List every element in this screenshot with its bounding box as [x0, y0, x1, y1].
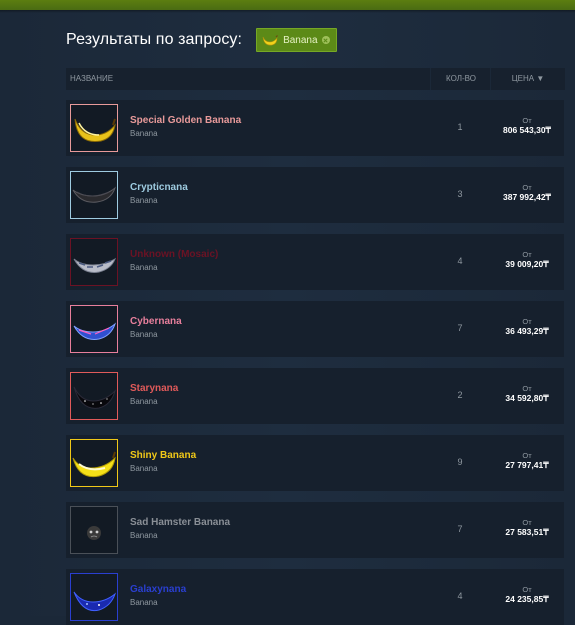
item-quantity: 4: [457, 256, 463, 266]
price-from-label: От: [522, 317, 532, 326]
cryptic-banana-icon: [72, 186, 117, 203]
table-row[interactable]: Crypticnana Banana 3 От 387 992,42₸: [66, 167, 564, 223]
item-thumbnail: [70, 305, 118, 353]
item-quantity: 7: [457, 323, 463, 333]
column-header-price[interactable]: ЦЕНА ▼: [490, 68, 565, 90]
item-name[interactable]: Sad Hamster Banana: [130, 517, 230, 528]
item-name[interactable]: Special Golden Banana: [130, 115, 241, 126]
item-price: 806 543,30₸: [503, 125, 551, 135]
item-name[interactable]: Cybernana: [130, 316, 182, 327]
item-quantity: 3: [457, 189, 463, 199]
price-from-label: От: [522, 451, 532, 460]
item-game-name: Banana: [130, 598, 158, 607]
item-game-name: Banana: [130, 531, 158, 540]
close-icon[interactable]: [321, 36, 330, 44]
item-game-name: Banana: [130, 397, 158, 406]
price-from-label: От: [522, 585, 532, 594]
column-header-quantity[interactable]: КОЛ-ВО: [430, 68, 491, 90]
item-quantity: 4: [457, 591, 463, 601]
item-name[interactable]: Unknown (Mosaic): [130, 249, 218, 260]
page-title: Результаты по запросу:: [66, 31, 243, 48]
item-price: 36 493,29₸: [505, 326, 549, 336]
item-price: 24 235,85₸: [505, 594, 549, 604]
top-nav-bar: [0, 0, 575, 10]
shiny-banana-icon: [72, 451, 116, 478]
item-price: 387 992,42₸: [503, 192, 551, 202]
item-game-name: Banana: [130, 129, 158, 138]
table-row[interactable]: Shiny Banana Banana 9 От 27 797,41₸: [66, 435, 564, 491]
item-price: 27 797,41₸: [505, 460, 549, 470]
table-row[interactable]: Galaxynana Banana 4 От 24 235,85₸: [66, 569, 564, 625]
item-thumbnail: [70, 573, 118, 621]
price-from-label: От: [522, 116, 532, 125]
item-quantity: 9: [457, 457, 463, 467]
item-name[interactable]: Starynana: [130, 383, 178, 394]
price-from-label: От: [522, 518, 532, 527]
table-row[interactable]: Special Golden Banana Banana 1 От 806 543,30…: [66, 100, 564, 156]
item-game-name: Banana: [130, 330, 158, 339]
item-name[interactable]: Galaxynana: [130, 584, 186, 595]
galaxy-banana-icon: [73, 591, 117, 612]
cyber-banana-icon: [73, 322, 117, 340]
search-filter-tag[interactable]: Banana: [256, 28, 337, 52]
filter-tag-label: Banana: [283, 34, 318, 46]
item-game-name: Banana: [130, 263, 158, 272]
banana-icon: [262, 35, 278, 46]
price-from-label: От: [522, 183, 532, 192]
column-header-name[interactable]: НАЗВАНИЕ: [70, 68, 113, 90]
item-quantity: 2: [457, 390, 463, 400]
table-row[interactable]: Sad Hamster Banana Banana 7 От 27 583,51₸: [66, 502, 564, 558]
item-quantity: 7: [457, 524, 463, 534]
item-name[interactable]: Shiny Banana: [130, 450, 196, 461]
item-name[interactable]: Crypticnana: [130, 182, 188, 193]
price-from-label: От: [522, 384, 532, 393]
item-quantity: 1: [457, 122, 463, 132]
search-results-header: Результаты по запросу: Banana: [66, 27, 337, 53]
golden-banana-icon: [74, 118, 116, 143]
item-thumbnail: [70, 372, 118, 420]
item-game-name: Banana: [130, 464, 158, 473]
table-row[interactable]: Cybernana Banana 7 От 36 493,29₸: [66, 301, 564, 357]
item-thumbnail: [70, 238, 118, 286]
table-row[interactable]: Unknown (Mosaic) Banana 4 От 39 009,20₸: [66, 234, 564, 290]
hamster-banana-icon: [87, 526, 101, 540]
item-game-name: Banana: [130, 196, 158, 205]
item-thumbnail: [70, 171, 118, 219]
table-header: НАЗВАНИЕ КОЛ-ВО ЦЕНА ▼: [66, 68, 565, 90]
price-from-label: От: [522, 250, 532, 259]
item-price: 27 583,51₸: [505, 527, 549, 537]
item-price: 39 009,20₸: [505, 259, 549, 269]
table-row[interactable]: Starynana Banana 2 От 34 592,80₸: [66, 368, 564, 424]
item-thumbnail: [70, 104, 118, 152]
item-thumbnail: [70, 439, 118, 487]
item-price: 34 592,80₸: [505, 393, 549, 403]
stary-banana-icon: [73, 386, 117, 409]
top-nav-shadow: [0, 10, 575, 13]
mosaic-banana-icon: [73, 257, 117, 273]
item-thumbnail: [70, 506, 118, 554]
